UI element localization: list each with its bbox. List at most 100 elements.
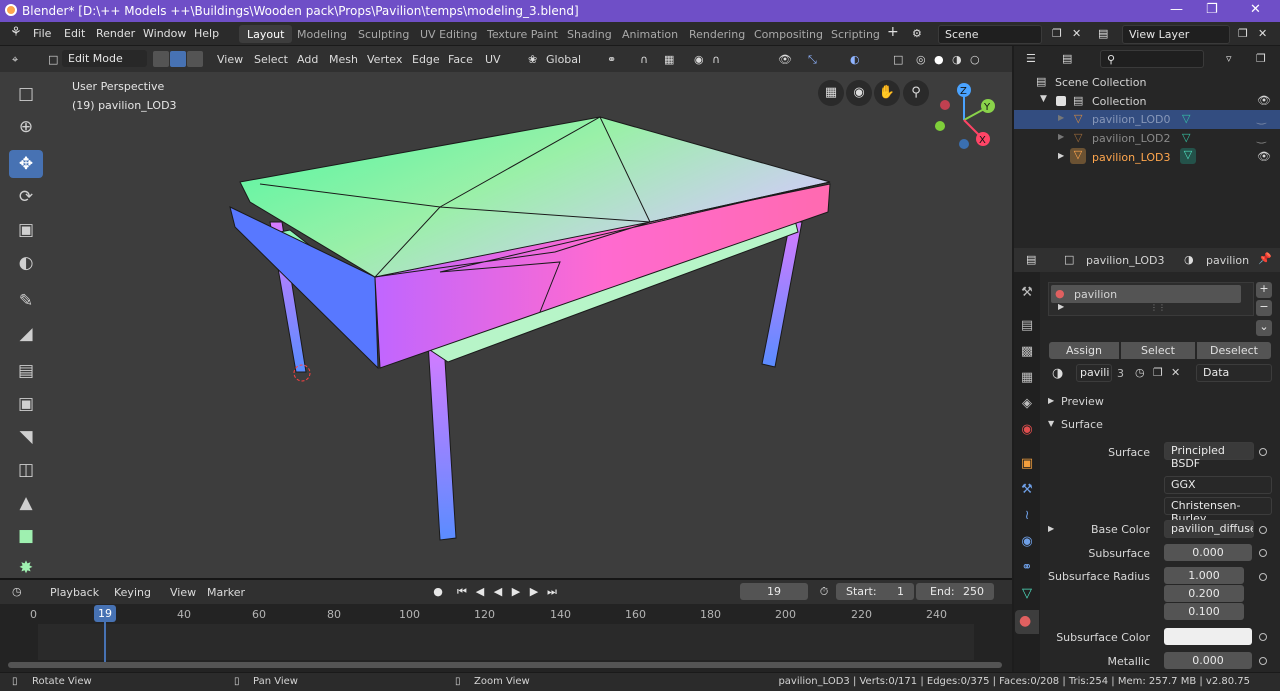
eye-icon[interactable]: 👁 xyxy=(1257,94,1271,107)
3d-viewport[interactable]: User Perspective (19) pavilion_LOD3 □ ⊕ … xyxy=(0,72,1012,578)
outliner-item-lod3[interactable]: ▶ ▽ pavilion_LOD3 ▽ 👁 xyxy=(1014,148,1280,167)
socket-icon[interactable] xyxy=(1259,526,1267,534)
knife-tool[interactable]: ▲ xyxy=(9,489,43,517)
falloff-icon[interactable]: ∩ xyxy=(712,53,720,66)
playhead-frame[interactable]: 19 xyxy=(94,605,116,622)
user-count[interactable]: 3 xyxy=(1117,367,1124,380)
expand-arrow-icon[interactable]: ▶ xyxy=(1058,302,1064,311)
pin-icon[interactable]: 📌 xyxy=(1258,252,1272,265)
tab-shading[interactable]: Shading xyxy=(559,25,620,43)
jump-end-icon[interactable]: ⏭ xyxy=(545,585,559,599)
minimize-icon[interactable]: — xyxy=(1170,2,1183,17)
proportional-edit-icon[interactable]: ◉ xyxy=(694,53,704,66)
constraints-tab-icon[interactable]: ⚭ xyxy=(1018,560,1036,578)
outliner-search-input[interactable]: ⚲ xyxy=(1100,50,1204,68)
checkbox-icon[interactable] xyxy=(1056,96,1066,106)
scene-field[interactable]: Scene xyxy=(938,25,1042,44)
object-tab-icon[interactable]: ▣ xyxy=(1018,456,1036,474)
add-slot-button[interactable]: + xyxy=(1256,282,1272,298)
tab-uv-editing[interactable]: UV Editing xyxy=(412,25,485,43)
subsurface-field[interactable]: 0.000 xyxy=(1164,544,1252,561)
deselect-button[interactable]: Deselect xyxy=(1197,342,1271,359)
toggle-camera-icon[interactable]: ▦ xyxy=(818,80,844,106)
tab-compositing[interactable]: Compositing xyxy=(746,25,831,43)
surface-shader-field[interactable]: Principled BSDF xyxy=(1164,442,1254,470)
extrude-tool[interactable]: ▤ xyxy=(9,357,43,385)
xray-icon[interactable]: □ xyxy=(893,53,903,66)
menu-face[interactable]: Face xyxy=(448,53,473,66)
menu-window[interactable]: Window xyxy=(143,27,186,40)
menu-mesh[interactable]: Mesh xyxy=(329,53,358,66)
timeline-editor-icon[interactable]: ◷ xyxy=(12,585,22,598)
tab-modeling[interactable]: Modeling xyxy=(289,25,355,43)
orientation-select[interactable]: Global xyxy=(546,53,581,66)
socket-icon[interactable] xyxy=(1259,657,1267,665)
rotate-tool[interactable]: ⟳ xyxy=(9,183,43,211)
expand-arrow-icon[interactable]: ▼ xyxy=(1040,94,1047,104)
rendered-shading-icon[interactable]: ○ xyxy=(970,53,980,66)
remove-view-layer-icon[interactable]: ✕ xyxy=(1258,27,1267,40)
visibility-icon[interactable]: 👁 xyxy=(778,53,792,66)
snap-icon[interactable]: ∩ xyxy=(640,53,648,66)
eye-hidden-icon[interactable]: ‿ xyxy=(1257,131,1266,144)
bevel-tool[interactable]: ◥ xyxy=(9,423,43,451)
menu-marker[interactable]: Marker xyxy=(207,586,245,599)
outliner-item-lod0[interactable]: ▶ ▽ pavilion_LOD0 ▽ ‿ xyxy=(1014,110,1280,129)
duplicate-material-icon[interactable]: ❐ xyxy=(1153,366,1163,379)
tab-sculpting[interactable]: Sculpting xyxy=(350,25,417,43)
menu-add[interactable]: Add xyxy=(297,53,318,66)
menu-select[interactable]: Select xyxy=(254,53,288,66)
current-frame-field[interactable]: 19 xyxy=(740,583,808,600)
expanded-arrow-icon[interactable]: ▼ xyxy=(1048,419,1054,428)
editor-type-icon[interactable]: ⌖ xyxy=(12,53,18,67)
prev-keyframe-icon[interactable]: ◀ xyxy=(473,585,487,599)
view-layer-field[interactable]: View Layer xyxy=(1122,25,1230,44)
unlink-material-icon[interactable]: ✕ xyxy=(1171,366,1180,379)
data-tab-icon[interactable]: ▽ xyxy=(1018,586,1036,604)
view-layer-tab-icon[interactable]: ▦ xyxy=(1018,370,1036,388)
world-tab-icon[interactable]: ◉ xyxy=(1018,422,1036,440)
snap-target-icon[interactable]: ▦ xyxy=(664,53,674,66)
base-color-texture-field[interactable]: pavilion_diffuse... xyxy=(1164,520,1254,538)
tab-texture-paint[interactable]: Texture Paint xyxy=(479,25,566,43)
material-browse-icon[interactable]: ◑ xyxy=(1052,366,1063,381)
play-reverse-icon[interactable]: ◀ xyxy=(491,585,505,599)
filter-icon[interactable]: ▿ xyxy=(1226,52,1232,65)
mesh-canvas[interactable] xyxy=(0,72,1012,578)
socket-icon[interactable] xyxy=(1259,549,1267,557)
metallic-field[interactable]: 0.000 xyxy=(1164,652,1252,669)
navigation-gizmo[interactable]: Z Y X xyxy=(930,82,1000,162)
subsurface-radius-z[interactable]: 0.100 xyxy=(1164,603,1244,620)
collapsed-arrow-icon[interactable]: ▶ xyxy=(1048,396,1054,405)
material-tab-active[interactable]: ● xyxy=(1015,610,1039,634)
transform-tool[interactable]: ◐ xyxy=(9,249,43,277)
outliner-item-lod2[interactable]: ▶ ▽ pavilion_LOD2 ▽ ‿ xyxy=(1014,129,1280,148)
overlay-icon[interactable]: ◐ xyxy=(850,53,860,66)
tab-scripting[interactable]: Scripting xyxy=(823,25,888,43)
outliner-collection[interactable]: ▼ ▤ Collection 👁 xyxy=(1014,92,1280,111)
menu-playback[interactable]: Playback xyxy=(50,586,99,599)
close-icon[interactable]: ✕ xyxy=(1250,2,1261,17)
particles-tab-icon[interactable]: ≀ xyxy=(1018,508,1036,526)
subsurface-radius-y[interactable]: 0.200 xyxy=(1164,585,1244,602)
cursor-tool[interactable]: ⊕ xyxy=(9,113,43,141)
move-tool[interactable]: ✥ xyxy=(9,150,43,178)
poly-build-tool[interactable]: ■ xyxy=(9,522,43,550)
new-scene-icon[interactable]: ❐ xyxy=(1052,27,1062,40)
record-icon[interactable]: ● xyxy=(431,585,445,599)
material-slot-item[interactable]: ● pavilion xyxy=(1051,285,1241,303)
socket-icon[interactable] xyxy=(1259,633,1267,641)
select-box-tool[interactable]: □ xyxy=(9,80,43,108)
wireframe-shading-icon[interactable]: ◎ xyxy=(916,53,926,66)
zoom-icon[interactable]: ⚲ xyxy=(903,80,929,106)
render-tab-icon[interactable]: ▤ xyxy=(1018,318,1036,336)
distribution-select[interactable]: GGX xyxy=(1164,476,1272,494)
gizmo-icon[interactable]: ⤡ xyxy=(808,53,817,67)
next-keyframe-icon[interactable]: ▶ xyxy=(527,585,541,599)
solid-shading-icon[interactable]: ● xyxy=(934,53,944,66)
timeline-scrollbar[interactable] xyxy=(8,662,1002,668)
new-collection-icon[interactable]: ❐ xyxy=(1256,52,1266,65)
menu-vertex[interactable]: Vertex xyxy=(367,53,402,66)
link-select[interactable]: Data xyxy=(1196,364,1272,382)
timeline-track[interactable] xyxy=(38,624,974,660)
